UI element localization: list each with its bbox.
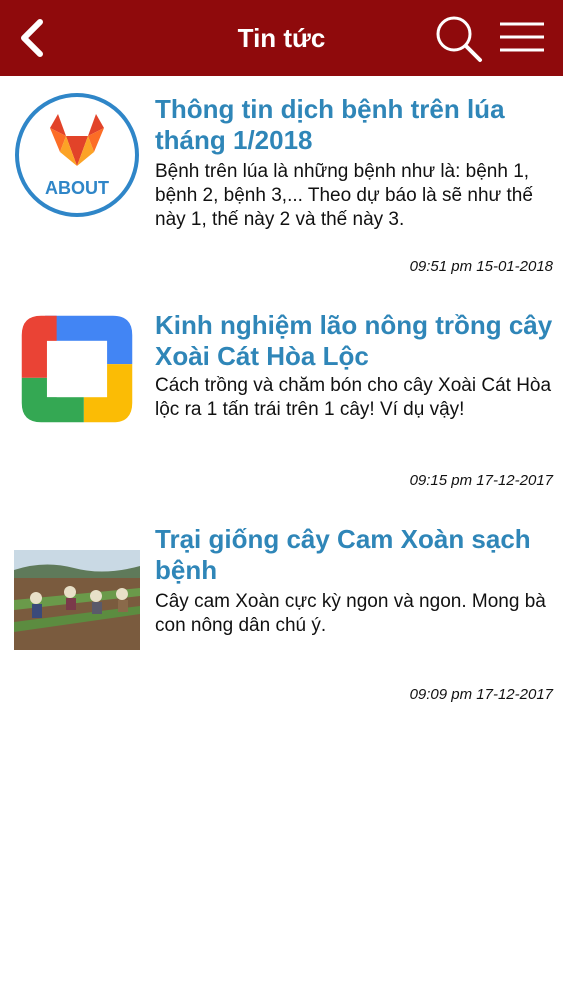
article-item[interactable]: ABOUT Thông tin dịch bệnh trên lúa tháng… — [0, 80, 563, 290]
interlocking-ribbons-logo-icon — [21, 315, 133, 423]
article-thumbnail-ribbons — [21, 315, 133, 423]
article-title[interactable]: Trại giống cây Cam Xoàn sạch bệnh — [155, 524, 555, 586]
hamburger-menu-icon — [500, 22, 544, 52]
article-item[interactable]: Trại giống cây Cam Xoàn sạch bệnh Cây ca… — [0, 510, 563, 720]
article-description: Cây cam Xoàn cực kỳ ngon và ngon. Mong b… — [155, 591, 546, 636]
about-logo-text: ABOUT — [45, 178, 109, 198]
chevron-left-icon — [21, 19, 43, 57]
back-button[interactable] — [10, 14, 56, 62]
article-item[interactable]: Kinh nghiệm lão nông trồng cây Xoài Cát … — [0, 296, 563, 506]
search-icon — [436, 16, 482, 62]
article-date: 09:51 pm 15-01-2018 — [409, 258, 553, 275]
article-date: 09:15 pm 17-12-2017 — [409, 472, 553, 489]
farmers-field-photo — [14, 550, 140, 650]
article-description: Bệnh trên lúa là những bệnh như là: bệnh… — [155, 161, 533, 230]
article-description: Cách trồng và chăm bón cho cây Xoài Cát … — [155, 375, 552, 420]
article-date: 09:09 pm 17-12-2017 — [409, 686, 553, 703]
article-title[interactable]: Kinh nghiệm lão nông trồng cây Xoài Cát … — [155, 310, 555, 372]
article-title[interactable]: Thông tin dịch bệnh trên lúa tháng 1/201… — [155, 94, 555, 156]
top-app-bar: Tin tức — [0, 0, 563, 76]
article-thumbnail-about: ABOUT — [15, 93, 139, 217]
menu-button[interactable] — [496, 16, 548, 60]
article-thumbnail-photo — [14, 550, 140, 650]
search-button[interactable] — [432, 12, 484, 64]
